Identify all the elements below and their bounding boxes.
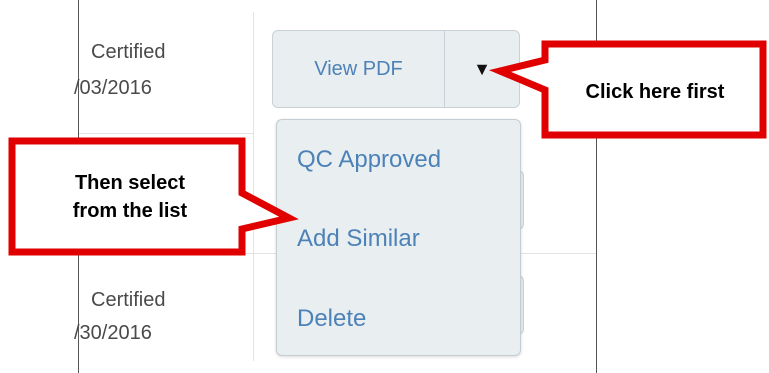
view-pdf-split-button: View PDF ▼ xyxy=(272,30,520,108)
actions-dropdown-menu: QC Approved Add Similar Delete xyxy=(276,119,521,356)
menu-item-delete[interactable]: Delete xyxy=(297,305,366,333)
callout-second-line-1: Then select xyxy=(74,172,186,194)
caret-down-icon: ▼ xyxy=(473,58,491,79)
view-pdf-button[interactable]: View PDF xyxy=(273,31,445,107)
callout-second-text: Then select from the list xyxy=(30,169,230,225)
row-divider xyxy=(79,133,253,134)
menu-item-add-similar[interactable]: Add Similar xyxy=(297,225,420,253)
menu-item-qc-approved[interactable]: QC Approved xyxy=(297,146,441,174)
row-1-date: /03/2016 xyxy=(74,77,152,99)
row-2-status: Certified xyxy=(91,289,166,311)
dropdown-toggle-button[interactable]: ▼ xyxy=(445,31,519,107)
row-1-status: Certified xyxy=(91,41,166,63)
row-2-date: /30/2016 xyxy=(74,322,152,344)
callout-second-line-2: from the list xyxy=(72,200,188,222)
callout-first-text: Click here first xyxy=(585,81,725,103)
column-divider xyxy=(253,12,254,361)
